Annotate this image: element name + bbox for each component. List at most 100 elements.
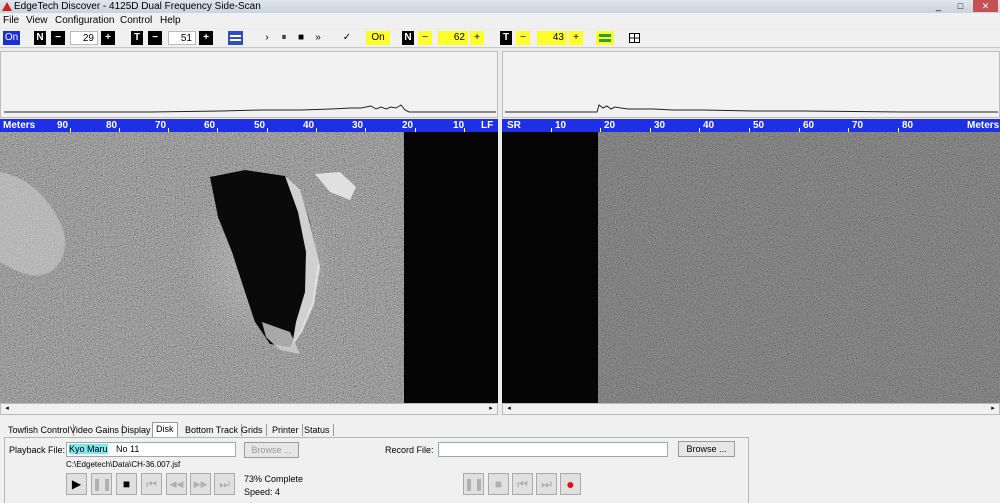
fast-forward-icon[interactable]: » xyxy=(312,31,324,45)
color-map-icon[interactable] xyxy=(228,31,243,45)
record-stop-button[interactable]: ■ xyxy=(488,473,509,495)
ruler-tick-label: 80 xyxy=(106,120,118,131)
right-t-minus-button[interactable]: − xyxy=(516,31,530,45)
ruler-unit-label: Meters xyxy=(3,120,36,131)
record-button[interactable]: ● xyxy=(560,473,581,495)
ruler-tick-label: 10 xyxy=(453,120,465,131)
tab-printer[interactable]: Printer xyxy=(269,424,303,436)
playback-file-rest: No 11 xyxy=(116,444,140,454)
toolbar: On N − 29 + T − 51 + › ⏸ ■ » ✓ On N − 62… xyxy=(0,29,1000,48)
ruler-channel-label: SR xyxy=(507,120,521,131)
right-n-value[interactable]: 62 xyxy=(438,31,468,45)
left-t-minus-button[interactable]: − xyxy=(148,31,162,45)
record-file-field[interactable] xyxy=(438,442,668,457)
tab-video-gains[interactable]: Video Gains xyxy=(67,424,123,436)
right-n-plus-button[interactable]: + xyxy=(470,31,484,45)
left-on-toggle[interactable]: On xyxy=(3,31,20,45)
stop-button[interactable]: ■ xyxy=(116,473,137,495)
close-button[interactable]: ✕ xyxy=(973,0,998,12)
tab-display[interactable]: Display xyxy=(118,424,155,436)
right-color-map-icon[interactable] xyxy=(596,31,614,45)
playback-progress-text: 73% Complete xyxy=(244,474,304,484)
record-skip-start-button[interactable]: ⏮ xyxy=(512,473,533,495)
record-skip-end-button[interactable]: ⏭ xyxy=(536,473,557,495)
maximize-button[interactable]: □ xyxy=(951,0,970,12)
right-t-label: T xyxy=(500,31,512,45)
record-pause-button[interactable]: ❚❚ xyxy=(463,473,484,495)
playback-file-field[interactable]: Kyo Maru No 11 xyxy=(66,442,236,457)
menu-configuration[interactable]: Configuration xyxy=(55,13,114,28)
menu-view[interactable]: View xyxy=(26,13,48,28)
ruler-tick-label: 80 xyxy=(902,120,914,131)
right-amplitude-plot xyxy=(502,51,1000,118)
play-button[interactable]: ▶ xyxy=(66,473,87,495)
playback-file-highlight: Kyo Maru xyxy=(69,444,108,454)
port-sonar-image xyxy=(0,132,498,403)
playback-file-path: C:\Edgetech\Data\CH-36.007.jsf xyxy=(66,460,181,469)
scroll-left-icon[interactable]: ◂ xyxy=(504,404,514,414)
ruler-tick-label: 40 xyxy=(303,120,315,131)
ruler-tick-label: 70 xyxy=(155,120,167,131)
record-file-label: Record File: xyxy=(385,445,434,455)
starboard-sonar-image xyxy=(502,132,1000,403)
record-browse-button[interactable]: Browse ... xyxy=(678,441,735,457)
pause-button[interactable]: ❚❚ xyxy=(91,473,112,495)
ruler-tick-label: 60 xyxy=(803,120,815,131)
menu-file[interactable]: File xyxy=(3,13,19,28)
right-range-ruler: SR 10 20 30 40 50 60 70 80 Meters xyxy=(502,119,1000,132)
playback-browse-button[interactable]: Browse ... xyxy=(244,442,299,458)
playback-speed-text: Speed: 4 xyxy=(244,487,281,497)
right-n-label: N xyxy=(402,31,414,45)
fast-forward-button[interactable]: ▶▶ xyxy=(190,473,211,495)
left-horizontal-scrollbar[interactable]: ◂ ▸ xyxy=(0,403,498,415)
left-t-value[interactable]: 51 xyxy=(168,31,196,45)
ruler-channel-label: LF xyxy=(481,120,494,131)
left-n-label: N xyxy=(34,31,46,45)
right-on-toggle[interactable]: On xyxy=(366,31,390,45)
scroll-left-icon[interactable]: ◂ xyxy=(2,404,12,414)
ruler-tick-label: 30 xyxy=(352,120,364,131)
check-icon[interactable]: ✓ xyxy=(341,31,353,45)
minimize-button[interactable]: _ xyxy=(929,0,948,12)
ruler-unit-label: Meters xyxy=(967,120,1000,131)
tab-grids[interactable]: Grids xyxy=(238,424,267,436)
right-n-minus-button[interactable]: − xyxy=(418,31,432,45)
scroll-right-icon[interactable]: ▸ xyxy=(486,404,496,414)
left-range-ruler: Meters 90 80 70 60 50 40 30 20 10 LF xyxy=(0,119,498,132)
ruler-tick-label: 60 xyxy=(204,120,216,131)
tab-bottom-track[interactable]: Bottom Track xyxy=(182,424,243,436)
left-n-plus-button[interactable]: + xyxy=(101,31,115,45)
skip-to-start-button[interactable]: ⏮ xyxy=(141,473,162,495)
window-title: EdgeTech Discover - 4125D Dual Frequency… xyxy=(14,1,261,12)
title-bar: EdgeTech Discover - 4125D Dual Frequency… xyxy=(0,0,1000,13)
right-horizontal-scrollbar[interactable]: ◂ ▸ xyxy=(502,403,1000,415)
left-n-value[interactable]: 29 xyxy=(70,31,98,45)
control-panel: Towfish Control Video Gains Display Disk… xyxy=(0,416,1000,503)
ruler-tick-label: 70 xyxy=(852,120,864,131)
edgetech-logo-icon xyxy=(2,2,12,11)
menu-bar: File View Configuration Control Help xyxy=(0,13,1000,28)
grid-icon[interactable] xyxy=(628,31,641,45)
tab-towfish-control[interactable]: Towfish Control xyxy=(5,424,74,436)
left-n-minus-button[interactable]: − xyxy=(51,31,65,45)
left-t-label: T xyxy=(131,31,143,45)
playback-file-label: Playback File: xyxy=(9,445,66,455)
right-t-plus-button[interactable]: + xyxy=(569,31,583,45)
tab-disk[interactable]: Disk xyxy=(152,422,178,437)
menu-control[interactable]: Control xyxy=(120,13,152,28)
left-t-plus-button[interactable]: + xyxy=(199,31,213,45)
play-forward-icon[interactable]: › xyxy=(262,31,272,45)
ruler-tick-label: 10 xyxy=(555,120,567,131)
ruler-tick-label: 30 xyxy=(654,120,666,131)
scroll-right-icon[interactable]: ▸ xyxy=(988,404,998,414)
skip-to-end-button[interactable]: ⏭ xyxy=(214,473,235,495)
right-t-value[interactable]: 43 xyxy=(537,31,567,45)
rewind-button[interactable]: ◀◀ xyxy=(166,473,187,495)
stop-icon[interactable]: ■ xyxy=(296,31,306,45)
ruler-tick-label: 40 xyxy=(703,120,715,131)
pause-icon[interactable]: ⏸ xyxy=(279,31,289,45)
menu-help[interactable]: Help xyxy=(160,13,181,28)
left-amplitude-plot xyxy=(0,51,498,118)
tab-status[interactable]: Status xyxy=(301,424,334,436)
ruler-tick-label: 20 xyxy=(604,120,616,131)
